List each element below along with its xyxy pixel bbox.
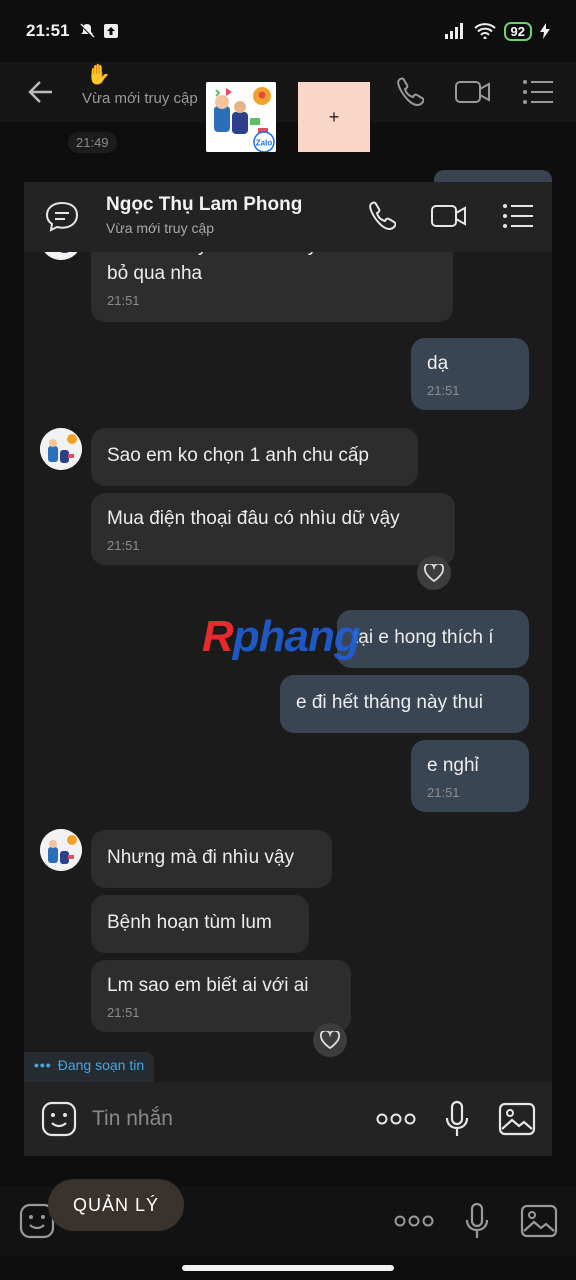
- zalo-badge: Zalo: [256, 139, 273, 148]
- message-text: dạ: [427, 353, 449, 374]
- more-options-icon[interactable]: [376, 1112, 416, 1126]
- chat-header: Ngọc Thụ Lam Phong Vừa mới truy cập: [24, 182, 552, 252]
- video-call-icon[interactable]: [430, 201, 468, 231]
- typing-text: Đang soạn tin: [57, 1057, 145, 1073]
- message-time: 21:51: [427, 785, 460, 800]
- message-text: Nhưng mà đi nhìu vậy: [107, 847, 294, 868]
- typing-dots-icon: •••: [34, 1057, 52, 1073]
- message-bubble-incoming[interactable]: Sao em ko chọn 1 anh chu cấp: [91, 428, 418, 486]
- message-input-bar: Tin nhắn: [24, 1082, 552, 1156]
- message-input[interactable]: Tin nhắn: [92, 1107, 376, 1131]
- charging-icon: [540, 23, 550, 39]
- message-text: e đi hết tháng này thui: [296, 692, 483, 713]
- message-bubble-outgoing[interactable]: tại e hong thích í: [337, 610, 529, 668]
- wifi-icon: [473, 23, 496, 39]
- contact-name: Ngọc Thụ Lam Phong: [106, 194, 303, 215]
- message-bubble-outgoing[interactable]: e đi hết tháng này thui: [280, 675, 529, 733]
- message-bubble-incoming[interactable]: Mua điện thoại đâu có nhìu dữ vậy 21:51: [91, 493, 455, 565]
- background-mic-icon[interactable]: [464, 1202, 490, 1240]
- message-text: e nghỉ: [427, 755, 479, 776]
- phone-call-icon[interactable]: [364, 200, 396, 232]
- contact-avatar[interactable]: [40, 428, 82, 470]
- background-phone-icon[interactable]: [392, 70, 424, 114]
- bell-off-icon: [79, 23, 96, 39]
- background-menu-icon[interactable]: [522, 70, 554, 114]
- clock: 21:51: [26, 21, 70, 40]
- message-text: Mua điện thoại đâu có nhìu dữ vậy: [107, 508, 400, 529]
- upload-icon: [104, 24, 119, 38]
- heart-icon: [424, 564, 444, 582]
- contact-status: Vừa mới truy cập: [106, 220, 215, 236]
- menu-list-icon[interactable]: [502, 202, 534, 230]
- message-text: tại e hong thích í: [353, 627, 494, 648]
- message-text: Bệnh hoạn tùm lum: [107, 912, 272, 933]
- signal-icon: [444, 23, 463, 39]
- typing-indicator: ••• Đang soạn tin: [24, 1052, 155, 1082]
- home-indicator[interactable]: [182, 1265, 394, 1271]
- message-list: Anh nói hay nếu em thấy ko thích thì bỏ …: [24, 182, 552, 1082]
- add-chat-head-button[interactable]: +: [298, 82, 370, 152]
- contact-avatar-illustration-icon: Zalo: [206, 82, 276, 152]
- battery-level: 92: [503, 21, 532, 41]
- message-time: 21:51: [107, 1005, 140, 1020]
- microphone-icon[interactable]: [444, 1100, 470, 1138]
- background-timestamp: 21:49: [68, 132, 117, 153]
- background-more-icon[interactable]: [394, 1214, 434, 1228]
- sticker-emoji-icon[interactable]: [40, 1100, 78, 1138]
- status-bar: 21:51 92: [0, 0, 576, 62]
- contact-avatar[interactable]: [40, 829, 82, 871]
- pointing-emoji-icon: ✋: [86, 64, 111, 86]
- background-last-seen: Vừa mới truy cập: [82, 90, 198, 107]
- message-bubble-outgoing[interactable]: dạ 21:51: [411, 338, 529, 410]
- message-time: 21:51: [427, 383, 460, 398]
- message-bubble-outgoing[interactable]: e nghỉ 21:51: [411, 740, 529, 812]
- image-gallery-icon[interactable]: [498, 1102, 536, 1136]
- message-text: Lm sao em biết ai với ai: [107, 975, 309, 996]
- manage-button[interactable]: QUẢN LÝ: [48, 1179, 184, 1231]
- message-time: 21:51: [107, 293, 140, 308]
- chat-bubble-window: Anh nói hay nếu em thấy ko thích thì bỏ …: [24, 182, 552, 1156]
- watermark-logo: Rphang: [202, 612, 361, 661]
- background-chat-header: ✋ Vừa mới truy cập: [0, 62, 576, 122]
- chat-head-thumbnail[interactable]: Zalo: [206, 82, 276, 152]
- message-text: Sao em ko chọn 1 anh chu cấp: [107, 445, 369, 466]
- message-time: 21:51: [107, 538, 140, 553]
- background-video-icon[interactable]: [454, 70, 492, 114]
- message-bubble-incoming[interactable]: Bệnh hoạn tùm lum: [91, 895, 309, 953]
- react-heart-button[interactable]: [313, 1023, 347, 1057]
- react-heart-button[interactable]: [417, 556, 451, 590]
- chat-bubble-icon[interactable]: [44, 200, 80, 234]
- background-image-icon[interactable]: [520, 1204, 558, 1238]
- back-arrow-icon[interactable]: [24, 70, 58, 114]
- message-bubble-incoming[interactable]: Lm sao em biết ai với ai 21:51: [91, 960, 351, 1032]
- message-bubble-incoming[interactable]: Nhưng mà đi nhìu vậy: [91, 830, 332, 888]
- heart-icon: [320, 1031, 340, 1049]
